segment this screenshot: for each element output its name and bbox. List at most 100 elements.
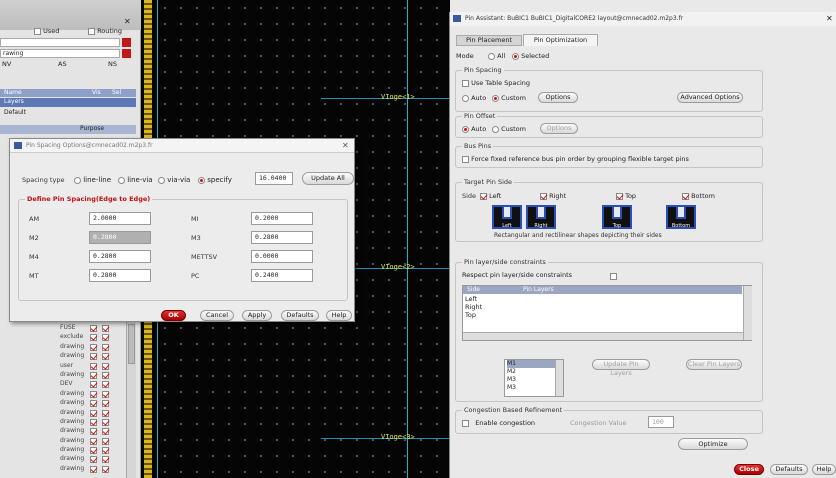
layer-visible-checkbox[interactable] xyxy=(90,437,97,445)
mode-all-radio[interactable]: All xyxy=(488,52,505,60)
layer-list-item[interactable]: DEV xyxy=(60,380,130,389)
ok-button[interactable]: OK xyxy=(161,310,186,321)
spacing-auto-radio[interactable]: Auto xyxy=(462,94,486,102)
layer-select-checkbox[interactable] xyxy=(102,381,109,389)
scroll-thumb[interactable] xyxy=(128,324,135,364)
tab-pin-optimization[interactable]: Pin Optimization xyxy=(523,34,598,46)
apply-button[interactable]: Apply xyxy=(242,310,272,321)
layer-visible-checkbox[interactable] xyxy=(90,400,97,408)
layer-visible-checkbox[interactable] xyxy=(90,325,97,332)
enable-congestion-checkbox[interactable]: Enable congestion xyxy=(462,419,535,427)
side-right-checkbox[interactable]: Right xyxy=(540,192,566,200)
layer-select-checkbox[interactable] xyxy=(102,362,109,370)
pin-label-2[interactable]: VIoge<2> xyxy=(381,263,415,271)
layer-list-item[interactable]: FUSE xyxy=(60,324,130,333)
option-via-via[interactable]: via-via xyxy=(158,176,190,184)
layer-scrollbar[interactable] xyxy=(126,318,136,478)
side-bottom-checkbox[interactable]: Bottom xyxy=(682,192,715,200)
drawing-dropdown-icon[interactable] xyxy=(122,49,131,58)
layer-list-item[interactable]: drawing xyxy=(60,465,130,474)
layer-list-item[interactable]: drawing xyxy=(60,437,130,446)
layer-select-checkbox[interactable] xyxy=(102,465,109,473)
side-table-row[interactable]: Top xyxy=(465,311,482,319)
spacing-custom-radio[interactable]: Custom xyxy=(492,94,526,102)
side-table-hscroll[interactable] xyxy=(463,332,743,340)
congestion-value-input[interactable]: 100 xyxy=(648,416,674,428)
pin-label-1[interactable]: VIoge<1> xyxy=(381,93,415,101)
layer-visible-checkbox[interactable] xyxy=(90,447,97,455)
layer-select-checkbox[interactable] xyxy=(102,353,109,361)
side-layer-table[interactable]: Side Pin Layers Left Right Top xyxy=(462,285,752,341)
layer-listbox-scrollbar[interactable] xyxy=(555,360,563,396)
help-button[interactable]: Help xyxy=(326,310,352,321)
optimize-button[interactable]: Optimize xyxy=(678,438,748,450)
clear-pin-layers-button[interactable]: Clear Pin Layers xyxy=(686,359,742,370)
option-line-via[interactable]: line-via xyxy=(118,176,153,184)
side-table-row[interactable]: Left xyxy=(465,295,482,303)
layer-visible-checkbox[interactable] xyxy=(90,362,97,370)
offset-auto-radio[interactable]: Auto xyxy=(462,125,486,133)
spacing-options-button[interactable]: Options xyxy=(538,92,578,103)
layer-list-item[interactable]: drawing xyxy=(60,343,130,352)
layer-visible-checkbox[interactable] xyxy=(90,371,97,379)
close-button[interactable]: Close xyxy=(734,464,764,475)
force-bus-order-checkbox[interactable]: Force fixed reference bus pin order by g… xyxy=(462,155,689,163)
layer-select-checkbox[interactable] xyxy=(102,400,109,408)
offset-custom-radio[interactable]: Custom xyxy=(492,125,526,133)
tab-used[interactable]: Used xyxy=(34,27,59,35)
defaults-button[interactable]: Defaults xyxy=(281,310,319,321)
used-checkbox[interactable] xyxy=(34,27,41,35)
footer-help-button[interactable]: Help xyxy=(812,464,836,475)
tab-routing[interactable]: Routing xyxy=(88,27,122,35)
offset-options-button[interactable]: Options xyxy=(540,123,578,134)
spacing-field-input[interactable]: 0.2800 xyxy=(251,231,313,244)
spacing-field-input[interactable]: 0.2800 xyxy=(89,269,151,282)
mode-selected-radio[interactable]: Selected xyxy=(512,52,549,60)
spacing-field-input[interactable]: 2.0000 xyxy=(89,212,151,225)
layer-list-item[interactable]: drawing xyxy=(60,352,130,361)
layer-visible-checkbox[interactable] xyxy=(90,409,97,417)
layer-row-selected[interactable]: Layers xyxy=(0,98,136,107)
layer-select-checkbox[interactable] xyxy=(102,390,109,398)
layer-visible-checkbox[interactable] xyxy=(90,381,97,389)
spacing-field-input[interactable]: 0.2800 xyxy=(89,231,151,244)
layer-list-item[interactable]: drawing xyxy=(60,409,130,418)
layer-list-item[interactable]: drawing xyxy=(60,390,130,399)
specify-value-input[interactable]: 16.0400 xyxy=(255,172,293,185)
filter-input[interactable] xyxy=(0,38,120,47)
option-line-line[interactable]: line-line xyxy=(74,176,111,184)
layer-select-checkbox[interactable] xyxy=(102,371,109,379)
dialog-close-icon[interactable]: ✕ xyxy=(342,141,349,150)
layer-listbox[interactable]: M1 M2 M3 M3 xyxy=(504,359,564,397)
layer-visible-checkbox[interactable] xyxy=(90,343,97,351)
layer-list-item[interactable]: drawing xyxy=(60,399,130,408)
layer-list-item[interactable]: exclude xyxy=(60,333,130,342)
side-table-scrollbar[interactable] xyxy=(743,286,752,340)
layer-visible-checkbox[interactable] xyxy=(90,456,97,464)
layer-select-checkbox[interactable] xyxy=(102,343,109,351)
layer-select-checkbox[interactable] xyxy=(102,456,109,464)
layer-visible-checkbox[interactable] xyxy=(90,334,97,342)
spacing-field-input[interactable]: 0.0000 xyxy=(251,250,313,263)
advanced-options-button[interactable]: Advanced Options xyxy=(677,92,743,103)
spacing-field-input[interactable]: 0.2800 xyxy=(89,250,151,263)
option-specify[interactable]: specify xyxy=(198,176,232,184)
palette-close-icon[interactable]: ✕ xyxy=(124,17,131,26)
layer-visible-checkbox[interactable] xyxy=(90,390,97,398)
update-pin-layers-button[interactable]: Update Pin Layers xyxy=(592,359,650,377)
layer-select-checkbox[interactable] xyxy=(102,418,109,426)
drawing-select[interactable]: rawing xyxy=(0,49,120,58)
routing-checkbox[interactable] xyxy=(88,27,95,35)
pin-label-3[interactable]: VIoge<3> xyxy=(381,433,415,441)
layer-select-checkbox[interactable] xyxy=(102,334,109,342)
filter-dropdown-icon[interactable] xyxy=(122,38,131,47)
layer-visible-checkbox[interactable] xyxy=(90,428,97,436)
layer-visible-checkbox[interactable] xyxy=(90,465,97,473)
layer-list-item[interactable]: drawing xyxy=(60,418,130,427)
update-all-button[interactable]: Update All xyxy=(302,172,354,185)
side-top-checkbox[interactable]: Top xyxy=(616,192,636,200)
spacing-field-input[interactable]: 0.2400 xyxy=(251,269,313,282)
spacing-field-input[interactable]: 0.2000 xyxy=(251,212,313,225)
layer-row-default[interactable]: Default xyxy=(0,109,136,118)
layer-list-item[interactable]: drawing xyxy=(60,427,130,436)
